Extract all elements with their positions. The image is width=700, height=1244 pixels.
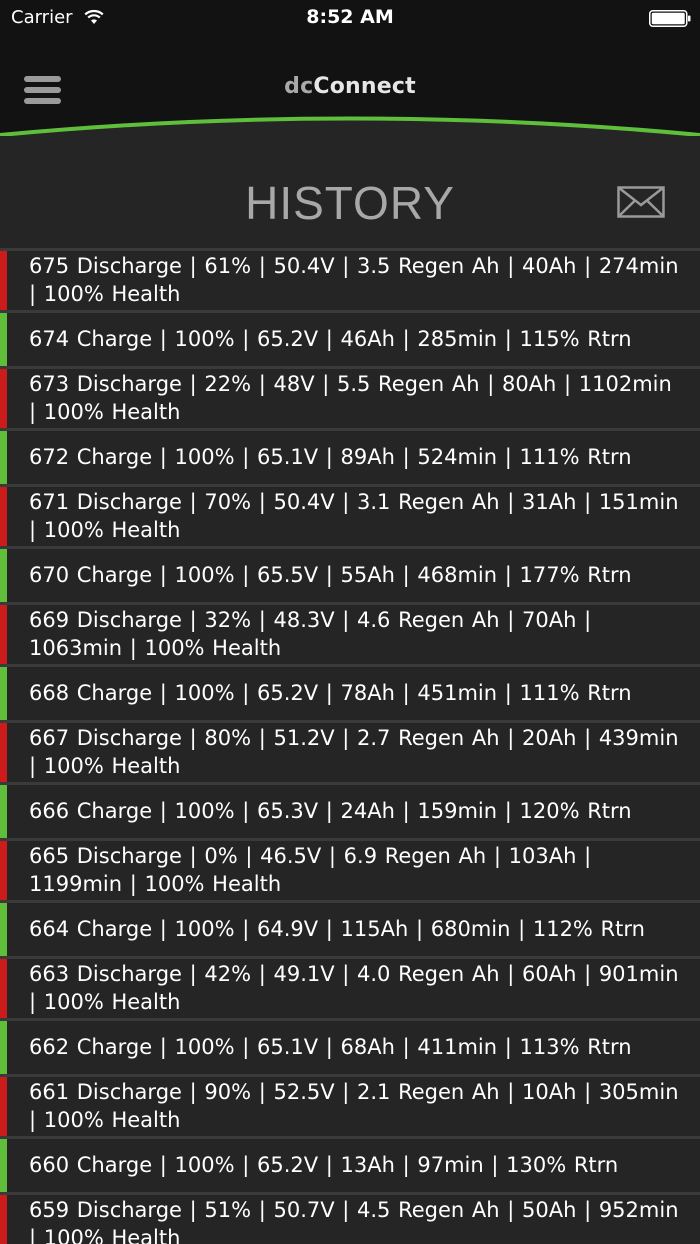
history-row-text: 672 Charge | 100% | 65.1V | 89Ah | 524mi… [29,445,632,469]
history-row-text: 674 Charge | 100% | 65.2V | 46Ah | 285mi… [29,327,632,351]
history-row-charge[interactable]: 670 Charge | 100% | 65.5V | 55Ah | 468mi… [0,546,700,602]
history-row-charge[interactable]: 662 Charge | 100% | 65.1V | 68Ah | 411mi… [0,1018,700,1074]
history-row-discharge[interactable]: 667 Discharge | 80% | 51.2V | 2.7 Regen … [0,720,700,782]
app-title-dc: dc [284,74,314,99]
mail-icon[interactable] [617,186,665,218]
history-row-discharge[interactable]: 675 Discharge | 61% | 50.4V | 3.5 Regen … [0,248,700,310]
discharge-indicator-bar [0,841,7,900]
charge-indicator-bar [0,903,7,956]
history-row-text: 661 Discharge | 90% | 52.5V | 2.1 Regen … [29,1080,679,1132]
history-row-charge[interactable]: 664 Charge | 100% | 64.9V | 115Ah | 680m… [0,900,700,956]
history-row-discharge[interactable]: 661 Discharge | 90% | 52.5V | 2.1 Regen … [0,1074,700,1136]
discharge-indicator-bar [0,959,7,1018]
page-header: HISTORY [0,136,700,248]
green-accent-arc [0,116,700,138]
history-row-text: 660 Charge | 100% | 65.2V | 13Ah | 97min… [29,1153,619,1177]
history-row-text: 673 Discharge | 22% | 48V | 5.5 Regen Ah… [29,372,672,424]
discharge-indicator-bar [0,1077,7,1136]
page-title: HISTORY [245,177,455,229]
history-row-text: 667 Discharge | 80% | 51.2V | 2.7 Regen … [29,726,679,778]
charge-indicator-bar [0,785,7,838]
charge-indicator-bar [0,667,7,720]
discharge-indicator-bar [0,487,7,546]
discharge-indicator-bar [0,369,7,428]
app-title: dcConnect [0,74,700,99]
discharge-indicator-bar [0,1195,7,1244]
history-row-charge[interactable]: 672 Charge | 100% | 65.1V | 89Ah | 524mi… [0,428,700,484]
history-row-text: 664 Charge | 100% | 64.9V | 115Ah | 680m… [29,917,645,941]
history-row-discharge[interactable]: 665 Discharge | 0% | 46.5V | 6.9 Regen A… [0,838,700,900]
history-row-charge[interactable]: 674 Charge | 100% | 65.2V | 46Ah | 285mi… [0,310,700,366]
history-row-discharge[interactable]: 663 Discharge | 42% | 49.1V | 4.0 Regen … [0,956,700,1018]
charge-indicator-bar [0,431,7,484]
history-row-text: 659 Discharge | 51% | 50.7V | 4.5 Regen … [29,1198,679,1244]
history-row-text: 662 Charge | 100% | 65.1V | 68Ah | 411mi… [29,1035,632,1059]
history-row-text: 670 Charge | 100% | 65.5V | 55Ah | 468mi… [29,563,632,587]
app-title-connect: Connect [313,74,416,99]
history-row-text: 663 Discharge | 42% | 49.1V | 4.0 Regen … [29,962,679,1014]
history-row-text: 669 Discharge | 32% | 48.3V | 4.6 Regen … [29,608,592,660]
history-row-text: 665 Discharge | 0% | 46.5V | 6.9 Regen A… [29,844,592,896]
history-row-charge[interactable]: 668 Charge | 100% | 65.2V | 78Ah | 451mi… [0,664,700,720]
history-row-text: 666 Charge | 100% | 65.3V | 24Ah | 159mi… [29,799,632,823]
charge-indicator-bar [0,549,7,602]
discharge-indicator-bar [0,723,7,782]
history-row-discharge[interactable]: 659 Discharge | 51% | 50.7V | 4.5 Regen … [0,1192,700,1244]
charge-indicator-bar [0,1021,7,1074]
history-list[interactable]: 675 Discharge | 61% | 50.4V | 3.5 Regen … [0,248,700,1244]
history-row-text: 675 Discharge | 61% | 50.4V | 3.5 Regen … [29,254,679,306]
status-bar: Carrier 8:52 AM [0,0,700,36]
charge-indicator-bar [0,1139,7,1192]
history-row-text: 671 Discharge | 70% | 50.4V | 3.1 Regen … [29,490,679,542]
battery-icon [649,10,691,27]
history-row-discharge[interactable]: 673 Discharge | 22% | 48V | 5.5 Regen Ah… [0,366,700,428]
discharge-indicator-bar [0,605,7,664]
history-row-charge[interactable]: 660 Charge | 100% | 65.2V | 13Ah | 97min… [0,1136,700,1192]
charge-indicator-bar [0,313,7,366]
history-row-charge[interactable]: 666 Charge | 100% | 65.3V | 24Ah | 159mi… [0,782,700,838]
history-row-discharge[interactable]: 671 Discharge | 70% | 50.4V | 3.1 Regen … [0,484,700,546]
clock-time: 8:52 AM [306,6,394,28]
history-row-discharge[interactable]: 669 Discharge | 32% | 48.3V | 4.6 Regen … [0,602,700,664]
discharge-indicator-bar [0,251,7,310]
history-row-text: 668 Charge | 100% | 65.2V | 78Ah | 451mi… [29,681,632,705]
